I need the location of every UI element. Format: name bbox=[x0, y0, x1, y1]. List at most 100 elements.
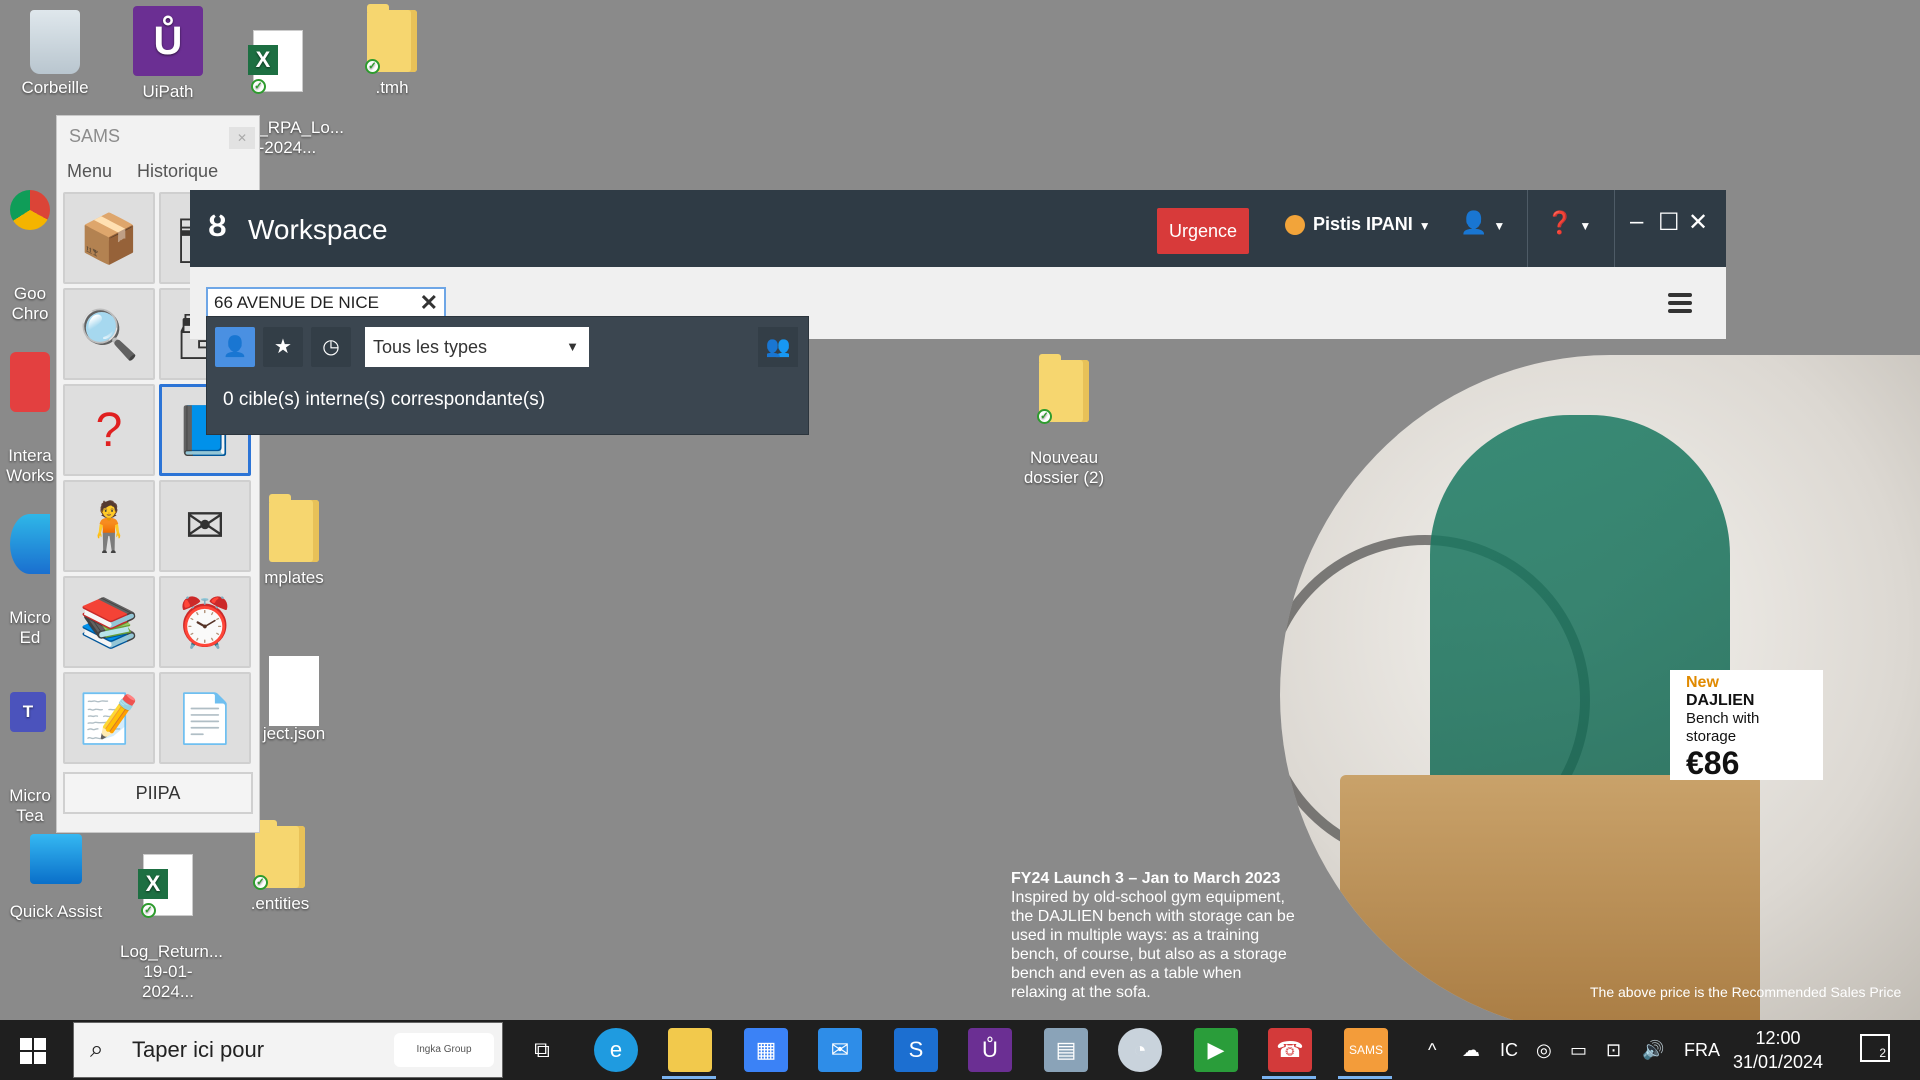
report-tool-button[interactable]: 📄 bbox=[159, 672, 251, 764]
help-icon: ❓ bbox=[1546, 210, 1574, 235]
piipa-button[interactable]: PIIPA bbox=[63, 772, 253, 814]
desktop-icon-corbeille[interactable]: Corbeille bbox=[7, 10, 103, 98]
desktop-icon-label: Micro Ed bbox=[9, 608, 51, 647]
help-tool-button[interactable]: ? bbox=[63, 384, 155, 476]
search-input[interactable]: 66 AVENUE DE NICE ✕ bbox=[206, 287, 446, 319]
desktop-icon-log-return[interactable]: X ✓ Log_Return... 19-01-2024... bbox=[120, 834, 224, 1022]
chevron-down-icon: ▼ bbox=[1579, 219, 1592, 233]
product-price: €86 bbox=[1686, 745, 1740, 781]
search-lamp-tool-button[interactable]: 🔍 bbox=[63, 288, 155, 380]
folder-icon bbox=[269, 494, 319, 562]
desktop-icon-label: UiPath bbox=[142, 82, 194, 101]
sync-icon[interactable]: ◎ bbox=[1536, 1020, 1552, 1080]
clock-time: 12:00 bbox=[1755, 1028, 1801, 1048]
desktop-icon-label: Micro Tea bbox=[9, 786, 51, 825]
maximize-button[interactable]: ☐ bbox=[1658, 208, 1680, 237]
user-status-menu[interactable]: Pistis IPANI ▼ bbox=[1285, 214, 1431, 236]
edge-taskbar-icon[interactable]: e bbox=[594, 1028, 638, 1072]
clock-app-icon[interactable]: ◔ bbox=[1118, 1028, 1162, 1072]
microsoft-store-icon[interactable]: ▦ bbox=[744, 1028, 788, 1072]
delivery-icon: 📦 bbox=[79, 212, 139, 266]
tray-overflow-icon[interactable]: ^ bbox=[1428, 1020, 1436, 1080]
desktop-icon-label: .entities bbox=[250, 894, 310, 913]
type-filter-select[interactable]: Tous les types ▼ bbox=[365, 327, 589, 367]
desktop-icon-quick-assist[interactable]: Quick Assist bbox=[8, 834, 104, 922]
question-icon: ? bbox=[95, 403, 123, 457]
clear-search-icon[interactable]: ✕ bbox=[420, 289, 438, 317]
delivery-tool-button[interactable]: 📦 bbox=[63, 192, 155, 284]
sams-titlebar: SAMS ✕ bbox=[57, 116, 259, 156]
search-input-value: 66 AVENUE DE NICE bbox=[214, 293, 380, 312]
start-button[interactable] bbox=[20, 1038, 46, 1064]
books-tool-button[interactable]: 📚 bbox=[63, 576, 155, 668]
desktop-icon-chrome[interactable]: Goo Chro bbox=[0, 170, 60, 344]
person-tool-button[interactable]: 🧍 bbox=[63, 480, 155, 572]
hamburger-menu-icon[interactable] bbox=[1668, 293, 1692, 317]
media-app-icon[interactable]: ▶ bbox=[1194, 1028, 1238, 1072]
volume-icon[interactable]: 🔊 bbox=[1642, 1020, 1664, 1080]
alarm-tool-button[interactable]: ⏰ bbox=[159, 576, 251, 668]
ad-text: FY24 Launch 3 – Jan to March 2023 Inspir… bbox=[1011, 869, 1301, 1002]
lamp-search-icon: 🔍 bbox=[79, 308, 139, 362]
filter-recent-button[interactable]: ◷ bbox=[311, 327, 351, 367]
wallpaper-ad-image bbox=[1280, 355, 1920, 1035]
desktop-icon-label: Log_Return... 19-01-2024... bbox=[120, 942, 224, 1001]
file-icon bbox=[269, 656, 319, 726]
sams-menu-historique[interactable]: Historique bbox=[137, 161, 218, 181]
desktop-icon-tmh[interactable]: ✓ .tmh bbox=[344, 4, 440, 98]
notification-center-icon[interactable]: 2 bbox=[1860, 1034, 1890, 1062]
desktop-icon-nouveau-dossier[interactable]: ✓ Nouveau dossier (2) bbox=[1016, 340, 1112, 508]
network-icon[interactable]: ⊡ bbox=[1606, 1020, 1621, 1080]
uipath-taskbar-icon[interactable]: Ů bbox=[968, 1028, 1012, 1072]
filter-person-button[interactable]: 👤 bbox=[215, 327, 255, 367]
onedrive-icon[interactable]: ☁ bbox=[1462, 1020, 1480, 1080]
sams-taskbar-icon[interactable]: SAMS bbox=[1344, 1028, 1388, 1072]
desktop-icon-label: mplates bbox=[264, 568, 324, 587]
file-explorer-icon[interactable] bbox=[668, 1028, 712, 1072]
desktop-icon-templates[interactable]: mplates bbox=[246, 494, 342, 588]
price-tag: New DAJLIEN Bench with storage €86 bbox=[1670, 670, 1823, 780]
desktop-icon-teams[interactable]: T Micro Tea bbox=[0, 672, 60, 846]
chevron-down-icon: ▼ bbox=[1493, 219, 1506, 233]
filter-favorites-button[interactable]: ★ bbox=[263, 327, 303, 367]
urgence-button[interactable]: Urgence bbox=[1157, 208, 1249, 254]
envelope-tool-button[interactable]: ✉ bbox=[159, 480, 251, 572]
group-filter-button[interactable]: 👥 bbox=[758, 327, 798, 367]
active-indicator bbox=[1338, 1076, 1392, 1079]
agent-menu-button[interactable]: 👤 ▼ bbox=[1460, 210, 1505, 236]
taskbar-clock[interactable]: 12:00 31/01/2024 bbox=[1730, 1026, 1826, 1074]
close-button[interactable]: ✕ bbox=[1688, 208, 1708, 237]
document-edit-tool-button[interactable]: 📝 bbox=[63, 672, 155, 764]
interaction-workspace-taskbar-icon[interactable]: ☎ bbox=[1268, 1028, 1312, 1072]
taskbar-search-box[interactable]: ⌕ Taper ici pour Ingka Group bbox=[73, 1022, 503, 1078]
desktop-icon-interaction-workspace[interactable]: Intera Works bbox=[0, 332, 60, 506]
mail-icon[interactable]: ✉ bbox=[818, 1028, 862, 1072]
help-menu-button[interactable]: ❓ ▼ bbox=[1546, 210, 1591, 236]
desktop-icon-label: Quick Assist bbox=[9, 902, 103, 921]
product-name: DAJLIEN bbox=[1686, 692, 1755, 709]
desktop-icon-edge[interactable]: Micro Ed bbox=[0, 494, 60, 668]
sams-close-button[interactable]: ✕ bbox=[229, 127, 255, 149]
product-description: Bench with storage bbox=[1686, 710, 1760, 745]
alarm-clock-icon: ⏰ bbox=[175, 596, 235, 650]
task-view-icon[interactable]: ⧉ bbox=[520, 1028, 564, 1072]
minimize-button[interactable]: – bbox=[1630, 208, 1643, 236]
status-clock-icon bbox=[1285, 215, 1305, 236]
search-result-count: 0 cible(s) interne(s) correspondante(s) bbox=[223, 389, 546, 410]
interaction-workspace-icon bbox=[10, 352, 50, 412]
titlebar-divider bbox=[1614, 190, 1615, 267]
desktop-icon-label: Nouveau dossier (2) bbox=[1023, 448, 1105, 487]
user-name: Pistis IPANI bbox=[1313, 214, 1413, 234]
language-indicator[interactable]: FRA bbox=[1684, 1020, 1720, 1080]
ime-icon[interactable]: IC bbox=[1500, 1020, 1518, 1080]
desktop-icon-entities[interactable]: ✓ .entities bbox=[232, 820, 328, 914]
sams-menu-menu[interactable]: Menu bbox=[67, 161, 112, 181]
battery-icon[interactable]: ▭ bbox=[1570, 1020, 1587, 1080]
recycle-bin-icon bbox=[30, 10, 80, 74]
desktop-icon-json[interactable]: ject.json bbox=[246, 656, 342, 744]
s-app-icon[interactable]: S bbox=[894, 1028, 938, 1072]
monitor-app-icon[interactable]: ▤ bbox=[1044, 1028, 1088, 1072]
taskbar: ⌕ Taper ici pour Ingka Group ⧉ e ▦ ✉ S Ů… bbox=[0, 1020, 1920, 1080]
desktop-icon-uipath[interactable]: Ů UiPath bbox=[120, 6, 216, 102]
chevron-down-icon: ▼ bbox=[1418, 219, 1431, 233]
